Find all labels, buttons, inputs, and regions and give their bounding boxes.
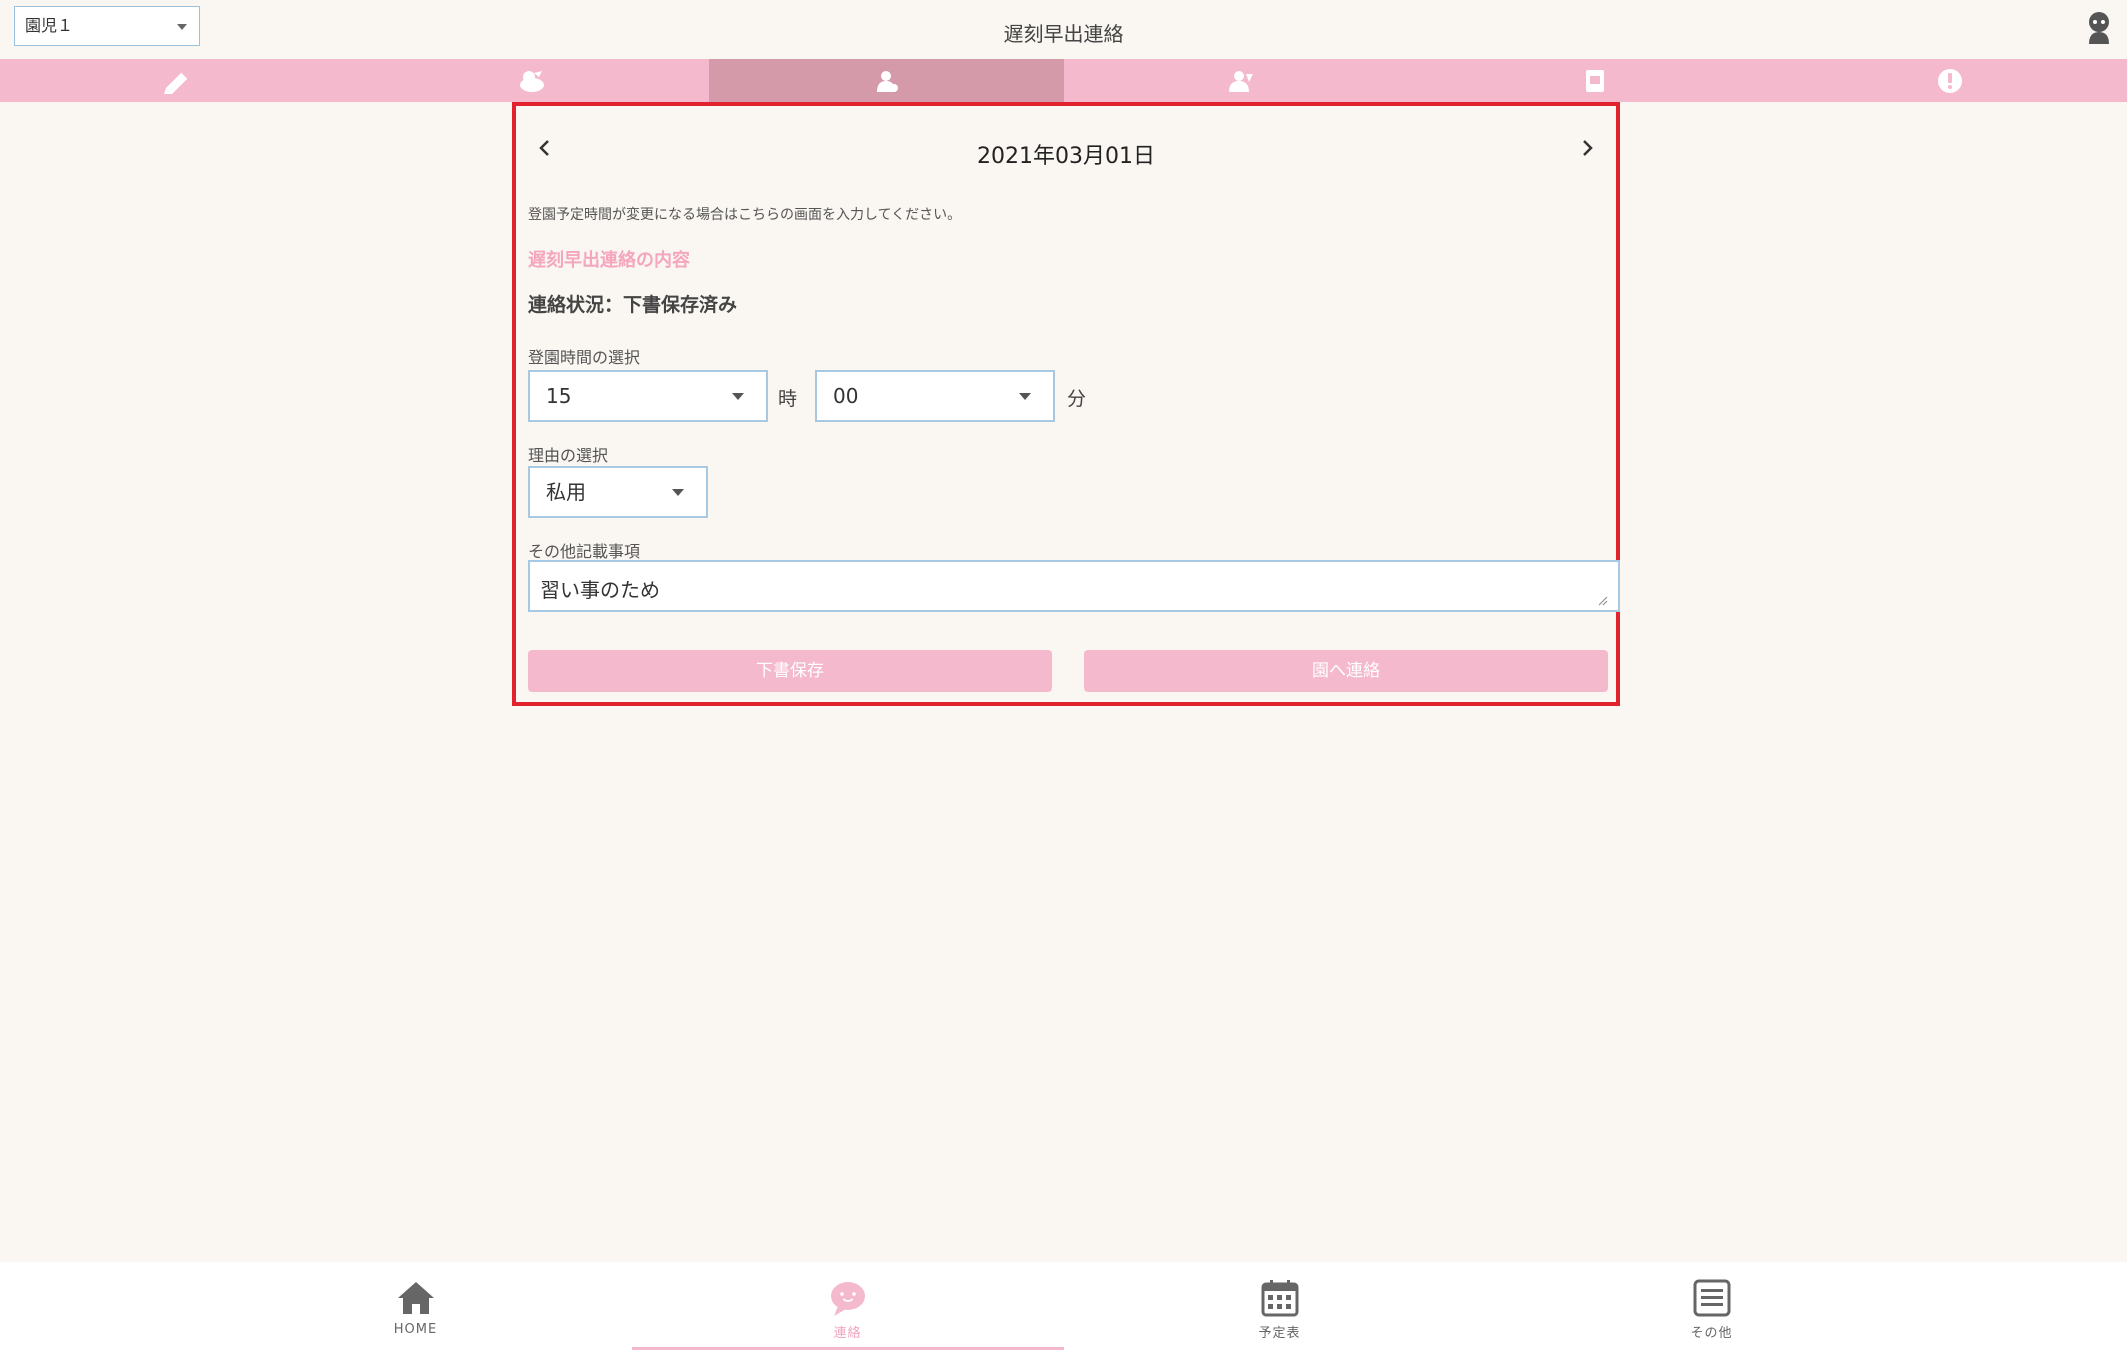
date-title: 2021年03月01日 bbox=[977, 144, 1155, 169]
bottom-nav-other[interactable]: その他 bbox=[1496, 1262, 1928, 1350]
notes-label: その他記載事項 bbox=[528, 542, 641, 561]
hour-select[interactable]: 15 bbox=[528, 370, 768, 422]
reason-select[interactable]: 私用 bbox=[528, 466, 708, 518]
menu-list-icon bbox=[1693, 1279, 1730, 1317]
late-early-form-panel: 2021年03月01日 登園予定時間が変更になる場合はこちらの画面を入力してくだ… bbox=[512, 102, 1620, 706]
bottom-nav: HOME 連絡 予定表 その他 bbox=[0, 1262, 2127, 1350]
late-icon bbox=[877, 70, 899, 92]
reason-value: 私用 bbox=[546, 480, 586, 504]
bottom-nav-home[interactable]: HOME bbox=[200, 1262, 632, 1350]
minute-unit: 分 bbox=[1067, 388, 1087, 410]
tab-contact-book[interactable] bbox=[0, 59, 355, 102]
chat-bubble-icon bbox=[830, 1282, 865, 1316]
bottom-nav-label: 予定表 bbox=[1258, 1326, 1301, 1341]
bottom-nav-label: HOME bbox=[393, 1322, 438, 1337]
calendar-icon bbox=[1261, 1280, 1298, 1317]
bottom-nav-contact[interactable]: 連絡 bbox=[631, 1262, 1064, 1350]
user-avatar-icon[interactable] bbox=[2085, 10, 2113, 44]
save-draft-button[interactable]: 下書保存 bbox=[528, 650, 1052, 692]
hour-unit: 時 bbox=[778, 388, 798, 410]
page-title: 遅刻早出連絡 bbox=[1003, 22, 1124, 46]
chevron-right-icon[interactable] bbox=[1576, 134, 1598, 162]
resize-grip-icon[interactable] bbox=[1598, 596, 1608, 606]
section-title: 遅刻早出連絡の内容 bbox=[528, 250, 690, 271]
tab-calendar-note[interactable] bbox=[1418, 59, 1773, 102]
notes-value: 習い事のため bbox=[540, 578, 660, 602]
chevron-down-icon bbox=[672, 489, 684, 496]
absence-icon bbox=[1228, 70, 1253, 92]
tab-alert[interactable] bbox=[1773, 59, 2127, 102]
status-text: 連絡状況：下書保存済み bbox=[528, 294, 738, 316]
reason-label: 理由の選択 bbox=[528, 446, 609, 465]
calendar-note-icon bbox=[1586, 69, 1605, 92]
time-label: 登園時間の選択 bbox=[528, 348, 641, 367]
bottom-nav-label: その他 bbox=[1690, 1326, 1733, 1341]
minute-value: 00 bbox=[833, 384, 859, 408]
chevron-down-icon bbox=[1019, 393, 1031, 400]
home-icon bbox=[397, 1282, 434, 1314]
notes-textarea[interactable]: 習い事のため bbox=[528, 560, 1620, 612]
send-to-school-button[interactable]: 園へ連絡 bbox=[1084, 650, 1608, 692]
alert-icon bbox=[1937, 68, 1962, 93]
minute-select[interactable]: 00 bbox=[815, 370, 1055, 422]
hour-value: 15 bbox=[546, 384, 572, 408]
tab-sick-report[interactable] bbox=[355, 59, 710, 102]
info-text: 登園予定時間が変更になる場合はこちらの画面を入力してください。 bbox=[528, 207, 962, 223]
app-header: 園児１ 遅刻早出連絡 bbox=[0, 0, 2127, 59]
chevron-down-icon bbox=[732, 393, 744, 400]
tab-late-early[interactable] bbox=[709, 59, 1064, 102]
bottom-nav-label: 連絡 bbox=[833, 1326, 862, 1341]
tab-absence[interactable] bbox=[1064, 59, 1419, 102]
sick-icon bbox=[519, 70, 544, 92]
pencil-icon bbox=[164, 70, 189, 94]
tab-nav bbox=[0, 59, 2127, 102]
bottom-nav-schedule[interactable]: 予定表 bbox=[1064, 1262, 1496, 1350]
